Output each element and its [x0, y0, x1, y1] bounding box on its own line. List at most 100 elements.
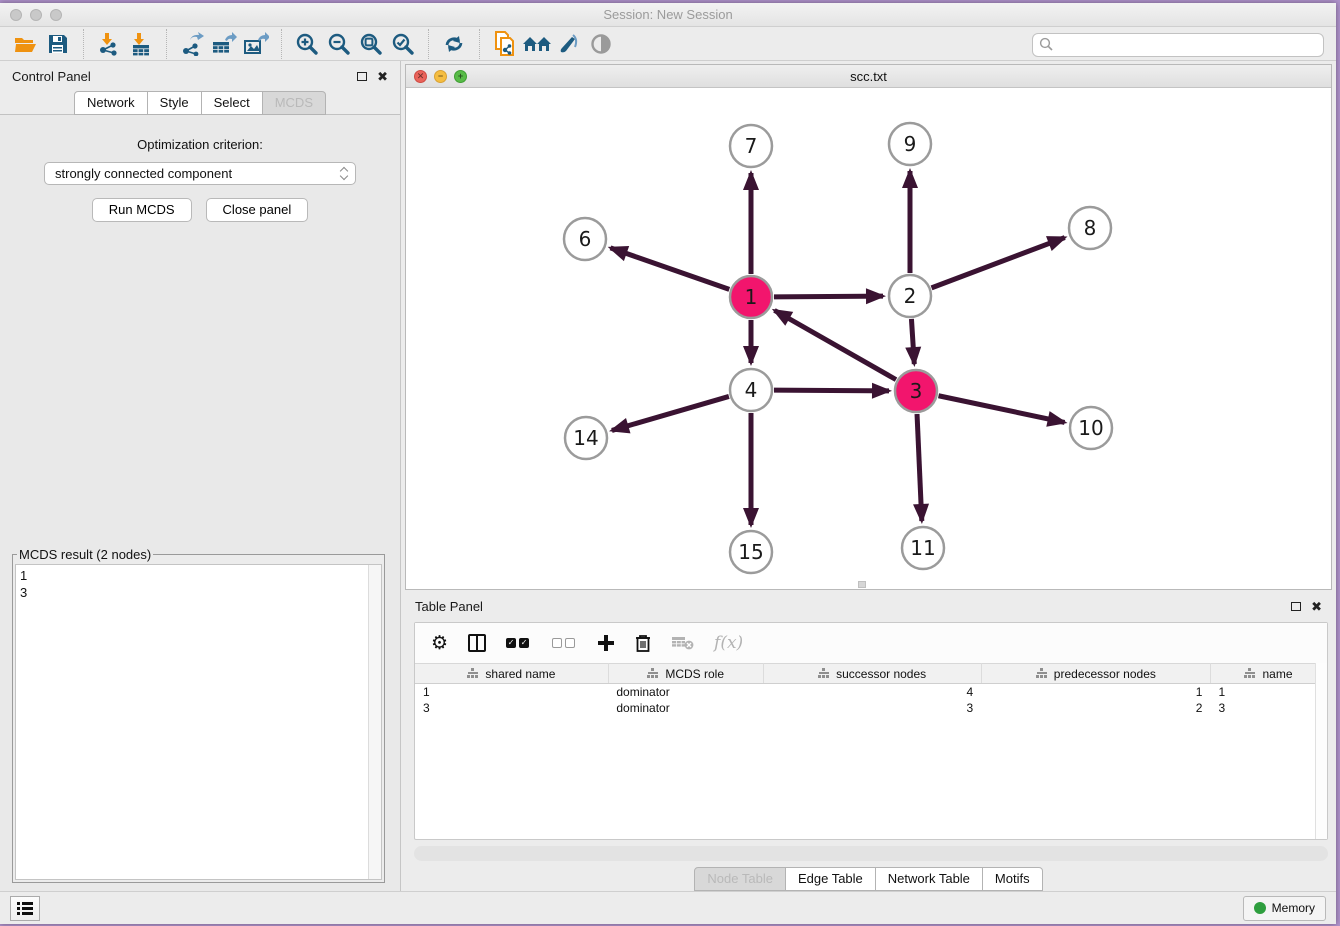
- open-file-icon[interactable]: [10, 29, 42, 59]
- table-cell[interactable]: 1: [981, 684, 1210, 700]
- criterion-select[interactable]: strongly connected component: [44, 162, 356, 185]
- graph-edge-2-3[interactable]: [911, 319, 914, 364]
- column-header-name[interactable]: name: [1210, 664, 1326, 684]
- table-row[interactable]: 3dominator323: [415, 700, 1327, 716]
- graph-edge-3-10[interactable]: [939, 396, 1065, 423]
- zoom-selected-icon[interactable]: [387, 29, 419, 59]
- table-cell[interactable]: 3: [763, 700, 981, 716]
- maximize-window-button[interactable]: [50, 9, 62, 21]
- column-type-icon: [647, 668, 659, 679]
- export-table-icon[interactable]: [208, 29, 240, 59]
- tab-mcds[interactable]: MCDS: [263, 91, 326, 115]
- toolbar-separator: [428, 29, 429, 59]
- toolbar-separator: [83, 29, 84, 59]
- main-toolbar: [0, 27, 1336, 61]
- tab-network-table[interactable]: Network Table: [876, 867, 983, 891]
- result-scrollbar[interactable]: [368, 565, 381, 879]
- network-view-window: ✕ − + scc.txt 7968124314101511: [405, 64, 1332, 590]
- table-cell[interactable]: dominator: [608, 684, 763, 700]
- graph-edge-3-1[interactable]: [774, 311, 896, 380]
- mcds-result-list[interactable]: 1 3: [15, 564, 382, 880]
- graph-edge-1-6[interactable]: [610, 248, 729, 290]
- control-panel-title: Control Panel: [12, 69, 91, 84]
- task-list-icon: [17, 902, 33, 915]
- add-column-icon[interactable]: [598, 635, 614, 651]
- window-titlebar: Session: New Session: [0, 3, 1336, 27]
- graph-node-label-15: 15: [738, 540, 763, 564]
- zoom-in-icon[interactable]: [291, 29, 323, 59]
- deselect-all-icon[interactable]: [552, 638, 578, 648]
- table-cell[interactable]: dominator: [608, 700, 763, 716]
- tab-select[interactable]: Select: [202, 91, 263, 115]
- graph-edge-1-2[interactable]: [774, 297, 883, 298]
- minimize-window-button[interactable]: [30, 9, 42, 21]
- tab-motifs[interactable]: Motifs: [983, 867, 1043, 891]
- network-minimize-icon[interactable]: −: [434, 70, 447, 83]
- close-table-panel-icon[interactable]: ✖: [1311, 600, 1322, 613]
- eye-icon[interactable]: [585, 29, 617, 59]
- task-history-button[interactable]: [10, 896, 40, 921]
- close-panel-icon[interactable]: ✖: [377, 70, 388, 83]
- tab-edge-table[interactable]: Edge Table: [786, 867, 876, 891]
- two-houses-icon[interactable]: [521, 29, 553, 59]
- table-cell[interactable]: 1: [1210, 684, 1326, 700]
- memory-button[interactable]: Memory: [1243, 896, 1326, 921]
- toolbar-separator: [166, 29, 167, 59]
- graph-edge-2-8[interactable]: [932, 238, 1065, 288]
- network-canvas[interactable]: 7968124314101511: [406, 88, 1331, 589]
- float-panel-icon[interactable]: [357, 72, 367, 81]
- delete-table-icon[interactable]: [672, 635, 694, 651]
- table-cell[interactable]: 1: [415, 684, 608, 700]
- show-columns-icon[interactable]: [468, 634, 486, 652]
- settings-gear-icon[interactable]: ⚙: [431, 632, 448, 654]
- delete-column-icon[interactable]: [634, 633, 652, 653]
- close-panel-button[interactable]: Close panel: [206, 198, 309, 222]
- network-maximize-icon[interactable]: +: [454, 70, 467, 83]
- canvas-scroll-handle[interactable]: [858, 581, 866, 588]
- tab-style[interactable]: Style: [148, 91, 202, 115]
- graph-node-label-1: 1: [745, 285, 758, 309]
- column-header-predecessor-nodes[interactable]: predecessor nodes: [981, 664, 1210, 684]
- select-all-icon[interactable]: ✓✓: [506, 638, 532, 648]
- mcds-result-title: MCDS result (2 nodes): [17, 547, 153, 562]
- paint-style-icon[interactable]: [553, 29, 585, 59]
- table-cell[interactable]: 4: [763, 684, 981, 700]
- table-cell[interactable]: 3: [1210, 700, 1326, 716]
- graph-edge-4-14[interactable]: [612, 397, 729, 431]
- float-table-panel-icon[interactable]: [1291, 602, 1301, 611]
- refresh-icon[interactable]: [438, 29, 470, 59]
- table-hscroll-track[interactable]: [414, 846, 1328, 861]
- export-image-icon[interactable]: [240, 29, 272, 59]
- column-header-mcds-role[interactable]: MCDS role: [608, 664, 763, 684]
- function-builder-icon[interactable]: f(x): [714, 633, 743, 653]
- graph-edge-4-3[interactable]: [774, 391, 889, 392]
- table-row[interactable]: 1dominator411: [415, 684, 1327, 700]
- zoom-out-icon[interactable]: [323, 29, 355, 59]
- tab-network[interactable]: Network: [74, 91, 148, 115]
- import-table-icon[interactable]: [125, 29, 157, 59]
- mcds-result-group: MCDS result (2 nodes) 1 3: [12, 547, 385, 883]
- status-bar: Memory: [0, 891, 1336, 924]
- run-mcds-button[interactable]: Run MCDS: [92, 198, 192, 222]
- search-input[interactable]: [1054, 38, 1317, 52]
- network-close-icon[interactable]: ✕: [414, 70, 427, 83]
- close-window-button[interactable]: [10, 9, 22, 21]
- column-type-icon: [1036, 668, 1048, 679]
- graph-node-label-9: 9: [904, 132, 917, 156]
- table-panel-title: Table Panel: [415, 599, 483, 614]
- fit-content-icon[interactable]: [355, 29, 387, 59]
- graph-edge-3-11[interactable]: [917, 414, 922, 521]
- control-panel: Control Panel ✖ NetworkStyleSelectMCDS O…: [0, 61, 401, 891]
- table-cell[interactable]: 3: [415, 700, 608, 716]
- export-network-icon[interactable]: [176, 29, 208, 59]
- search-field[interactable]: [1032, 33, 1324, 57]
- duplicate-network-icon[interactable]: [489, 29, 521, 59]
- tab-node-table[interactable]: Node Table: [694, 867, 786, 891]
- save-session-icon[interactable]: [42, 29, 74, 59]
- column-header-successor-nodes[interactable]: successor nodes: [763, 664, 981, 684]
- import-network-icon[interactable]: [93, 29, 125, 59]
- column-header-shared-name[interactable]: shared name: [415, 664, 608, 684]
- table-cell[interactable]: 2: [981, 700, 1210, 716]
- criterion-select-value: strongly connected component: [55, 166, 341, 181]
- table-scrollbar[interactable]: [1315, 663, 1327, 839]
